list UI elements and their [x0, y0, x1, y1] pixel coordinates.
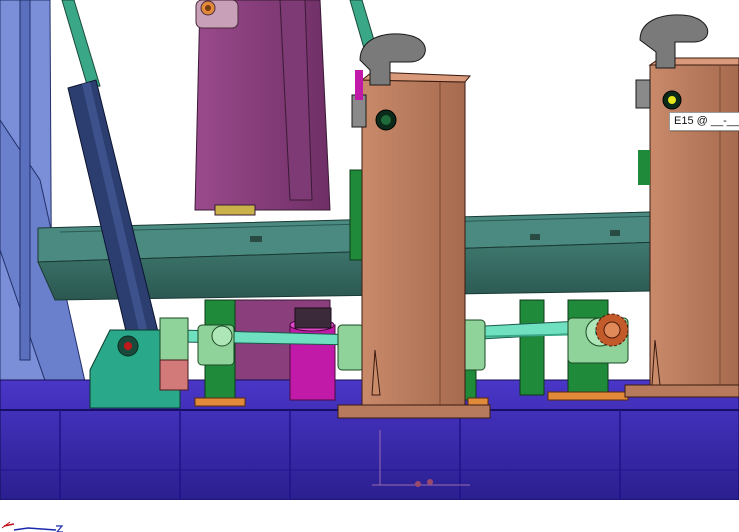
cylinder-mount: [89, 317, 189, 409]
assembly-model[interactable]: [0, 0, 739, 532]
gear: [595, 313, 629, 347]
magenta-cylinder: [289, 307, 336, 401]
element-label-tooltip: E15 @ __-__1_: [669, 112, 739, 131]
hydraulic-cylinder: [67, 79, 161, 349]
hanger-bracket: [195, 0, 239, 29]
xyz-triad-icon: [1, 521, 64, 532]
cad-viewport[interactable]: E15 @ __-__1_: [0, 0, 739, 532]
left-pillar: [0, 0, 89, 396]
